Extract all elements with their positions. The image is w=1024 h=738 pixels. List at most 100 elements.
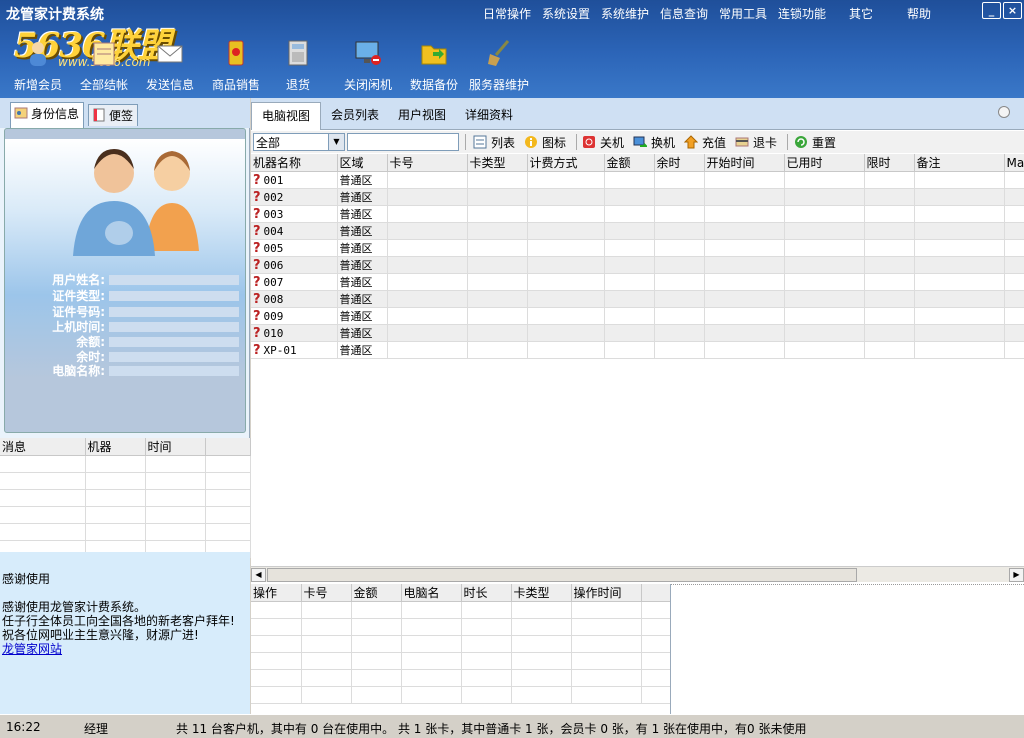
col-header[interactable]: 卡号	[301, 584, 352, 602]
table-row[interactable]: ? 008 普通区	[251, 290, 1024, 308]
table-row[interactable]	[251, 618, 670, 636]
table-row[interactable]	[0, 523, 251, 541]
cell-empty	[467, 205, 528, 223]
cell-empty	[654, 324, 705, 342]
table-row[interactable]	[0, 472, 251, 490]
col-header[interactable]: 金额	[351, 584, 402, 602]
reset-button[interactable]: 重置	[794, 134, 836, 151]
id-card-icon	[14, 107, 28, 119]
toolbar-separator	[465, 134, 466, 150]
tab-scroll-right-icon[interactable]	[998, 106, 1010, 118]
recharge-button[interactable]: 充值	[684, 134, 726, 151]
col-header[interactable]: 余时	[654, 154, 705, 172]
switch-machine-button[interactable]: 换机	[633, 134, 675, 151]
return-card-button[interactable]: 退卡	[735, 134, 777, 151]
col-header[interactable]: 已用时	[784, 154, 865, 172]
menu-other[interactable]: 其它	[849, 5, 873, 22]
col-header[interactable]: 机器名称	[251, 154, 338, 172]
refund-button[interactable]: 退货	[280, 38, 316, 94]
toolbar-separator	[787, 134, 788, 150]
tab-computer-view[interactable]: 电脑视图	[251, 102, 322, 130]
table-row[interactable]: ? XP-01 普通区	[251, 341, 1024, 359]
table-row[interactable]: ? 001 普通区	[251, 171, 1024, 189]
close-icon[interactable]: ×	[1003, 2, 1022, 19]
send-message-button[interactable]: 发送信息	[144, 38, 196, 94]
operation-grid[interactable]: 操作 卡号 金额 电脑名 时长 卡类型 操作时间	[251, 584, 671, 714]
col-header[interactable]: 卡类型	[467, 154, 528, 172]
server-maintenance-button[interactable]: 服务器维护	[468, 38, 530, 94]
message-grid[interactable]: 消息 机器 时间	[0, 438, 251, 558]
tab-details[interactable]: 详细资料	[465, 106, 513, 123]
table-row[interactable]	[251, 652, 670, 670]
col-header[interactable]: 限时	[864, 154, 915, 172]
minimize-icon[interactable]: _	[982, 2, 1001, 19]
cell-empty	[784, 324, 865, 342]
area-filter-select[interactable]: 全部 ▼	[253, 133, 345, 151]
scrollbar-thumb[interactable]	[267, 568, 857, 582]
col-header[interactable]: 操作	[251, 584, 302, 602]
table-row[interactable]	[0, 455, 251, 473]
col-header[interactable]: 金额	[604, 154, 655, 172]
menu-tools[interactable]: 常用工具	[719, 5, 767, 22]
menu-daily[interactable]: 日常操作	[483, 5, 531, 22]
computer-grid[interactable]: 机器名称区域卡号卡类型计费方式金额余时开始时间已用时限时备注Mac ?001普通…	[251, 154, 1024, 564]
tab-identity-info[interactable]: 身份信息	[10, 102, 85, 128]
menu-settings[interactable]: 系统设置	[542, 5, 590, 22]
close-idle-button[interactable]: 关闭闲机	[342, 38, 394, 94]
table-row[interactable]: ? 007 普通区	[251, 273, 1024, 291]
data-backup-button[interactable]: 数据备份	[408, 38, 460, 94]
cell-empty	[864, 290, 915, 308]
scroll-right-icon[interactable]: ▶	[1009, 568, 1024, 582]
table-row[interactable]: ? 002 普通区	[251, 188, 1024, 206]
shutdown-button[interactable]: 关机	[582, 134, 624, 151]
add-member-button[interactable]: 新增会员	[12, 38, 64, 94]
col-header[interactable]: 计费方式	[527, 154, 605, 172]
table-row[interactable]: ? 003 普通区	[251, 205, 1024, 223]
table-row[interactable]	[0, 506, 251, 524]
col-header[interactable]: 区域	[337, 154, 388, 172]
filter-input[interactable]	[347, 133, 459, 151]
settle-all-button[interactable]: 全部结帐	[78, 38, 130, 94]
col-header[interactable]: 卡类型	[511, 584, 572, 602]
table-row[interactable]: ? 010 普通区	[251, 324, 1024, 342]
col-header[interactable]: 开始时间	[704, 154, 785, 172]
col-machine[interactable]: 机器	[85, 438, 146, 456]
col-header[interactable]: 备注	[914, 154, 1005, 172]
col-header[interactable]: 卡号	[387, 154, 468, 172]
menu-help[interactable]: 帮助	[907, 5, 931, 22]
menu-query[interactable]: 信息查询	[660, 5, 708, 22]
col-time[interactable]: 时间	[145, 438, 206, 456]
table-row[interactable]	[251, 686, 670, 704]
cell-zone: 普通区	[337, 239, 388, 257]
scroll-left-icon[interactable]: ◀	[251, 568, 266, 582]
col-message[interactable]: 消息	[0, 438, 86, 456]
cell-empty	[604, 222, 655, 240]
table-row[interactable]: ? 009 普通区	[251, 307, 1024, 325]
product-sales-button[interactable]: 商品销售	[210, 38, 262, 94]
table-row[interactable]	[251, 601, 670, 619]
menu-maintenance[interactable]: 系统维护	[601, 5, 649, 22]
cell-empty	[85, 455, 146, 473]
col-header[interactable]: 电脑名	[401, 584, 462, 602]
horizontal-scrollbar[interactable]: ◀ ▶	[251, 566, 1024, 582]
table-row[interactable]: ? 005 普通区	[251, 239, 1024, 257]
col-header[interactable]: Mac	[1004, 154, 1024, 172]
list-view-button[interactable]: 列表	[473, 134, 515, 151]
table-row[interactable]: ? 006 普通区	[251, 256, 1024, 274]
cell-empty	[914, 324, 1005, 342]
col-blank	[641, 584, 670, 602]
chevron-down-icon[interactable]: ▼	[328, 134, 344, 150]
tab-member-list[interactable]: 会员列表	[331, 106, 379, 123]
table-row[interactable]	[251, 669, 670, 687]
table-row[interactable]	[251, 635, 670, 653]
tab-notes[interactable]: 便签	[88, 104, 139, 126]
tab-user-view[interactable]: 用户视图	[398, 106, 446, 123]
menu-chain[interactable]: 连锁功能	[778, 5, 826, 22]
website-link[interactable]: 龙管家网站	[2, 640, 62, 657]
col-header[interactable]: 操作时间	[571, 584, 642, 602]
table-row[interactable]: ? 004 普通区	[251, 222, 1024, 240]
table-row[interactable]	[0, 489, 251, 507]
icon-view-button[interactable]: 图标	[524, 134, 566, 151]
cell-empty	[654, 188, 705, 206]
col-header[interactable]: 时长	[461, 584, 512, 602]
